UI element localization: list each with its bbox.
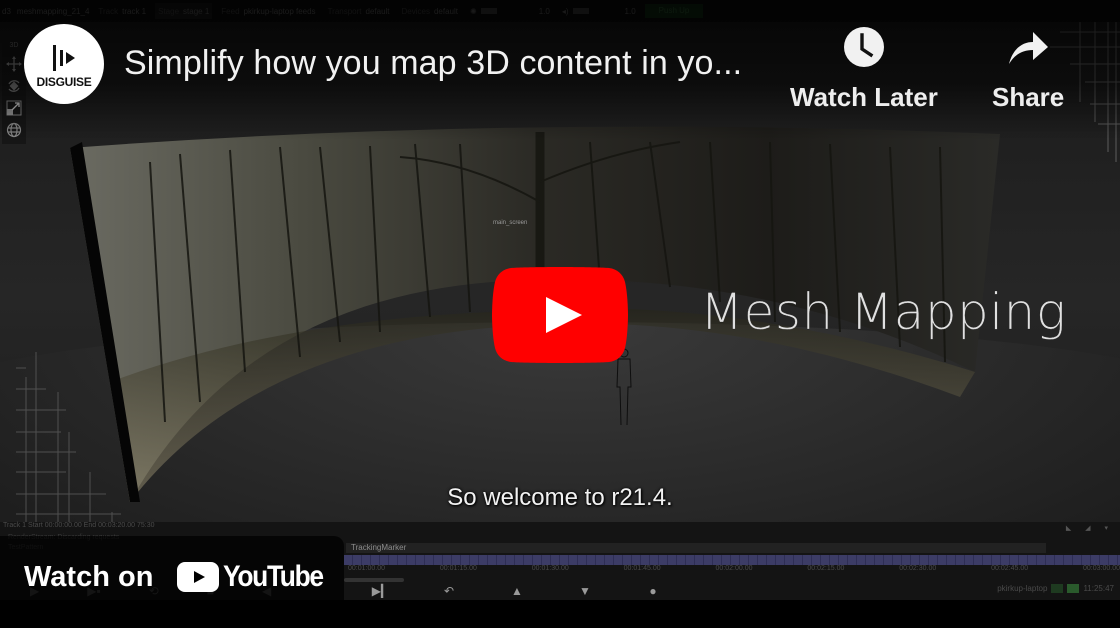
watch-on-youtube-button[interactable]: Watch on YouTube [0,536,344,618]
d3-panel-window-controls: ◣ ◢ ▾ [1065,525,1114,532]
timecode-ruler: 00:01:00.00 00:01:15.00 00:01:30.00 00:01:4… [348,565,1120,572]
channel-avatar[interactable]: DISGUISE [24,24,104,104]
timecode-tick: 00:01:30.00 [531,565,569,572]
timecode-tick: 00:01:15.00 [439,565,477,572]
clock: 11:25:47 [1083,584,1114,593]
watch-later-button[interactable]: Watch Later [790,26,938,113]
d3-timeline-status: Track 1 Start 00:00:00.00 End 00:03:20.0… [3,522,155,529]
return-icon: ↶ [443,584,455,598]
watch-later-label: Watch Later [790,82,938,112]
youtube-wordmark: YouTube [223,560,324,593]
previous-cue-icon: ▲ [511,584,523,598]
next-cue-icon: ▼ [579,584,591,598]
machine-name: pkirkup-laptop [997,584,1048,593]
track-layer-tracking-marker: TrackingMarker [346,543,1046,553]
channel-name: DISGUISE [36,75,92,89]
youtube-logo: YouTube [177,560,336,594]
timecode-tick: 00:02:00.00 [715,565,753,572]
timecode-tick: 00:01:00.00 [348,565,385,572]
video-title-link[interactable]: Simplify how you map 3D content in yo... [124,44,742,83]
timecode-tick: 00:02:45.00 [991,565,1029,572]
share-button[interactable]: Share [992,26,1064,113]
watch-on-label: Watch on [24,560,154,593]
status-indicator [1051,584,1064,593]
timeline-strip [344,555,1120,565]
video-caption: So welcome to r21.4. [447,484,673,511]
play-button[interactable] [492,267,628,363]
d3-machine-status: pkirkup-laptop 11:25:47 [997,584,1114,593]
d3-transport-controls: ▶▎ ↶ ▲ ▼ ● [370,584,664,598]
youtube-play-icon [177,562,220,592]
timecode-tick: 00:03:00.00 [1083,565,1120,572]
play-to-end-icon: ▶▎ [371,584,391,598]
mesh-mapping-overlay-title: Mesh Mapping [700,283,1067,341]
share-arrow-icon [1009,32,1049,64]
timecode-tick: 00:02:15.00 [807,565,845,572]
screen-object-label: main_screen [493,220,528,226]
share-label: Share [992,82,1065,112]
youtube-embed-player[interactable]: d3 meshmapping_21_4 Track track 1 Stage … [0,0,1120,628]
record-icon: ● [649,584,657,598]
status-indicator [1067,584,1080,593]
timeline-scrubber [344,578,404,582]
disguise-logo-icon [53,45,75,71]
clock-icon [843,27,884,67]
timecode-tick: 00:01:45.00 [623,565,661,572]
timecode-tick: 00:02:30.00 [899,565,937,572]
